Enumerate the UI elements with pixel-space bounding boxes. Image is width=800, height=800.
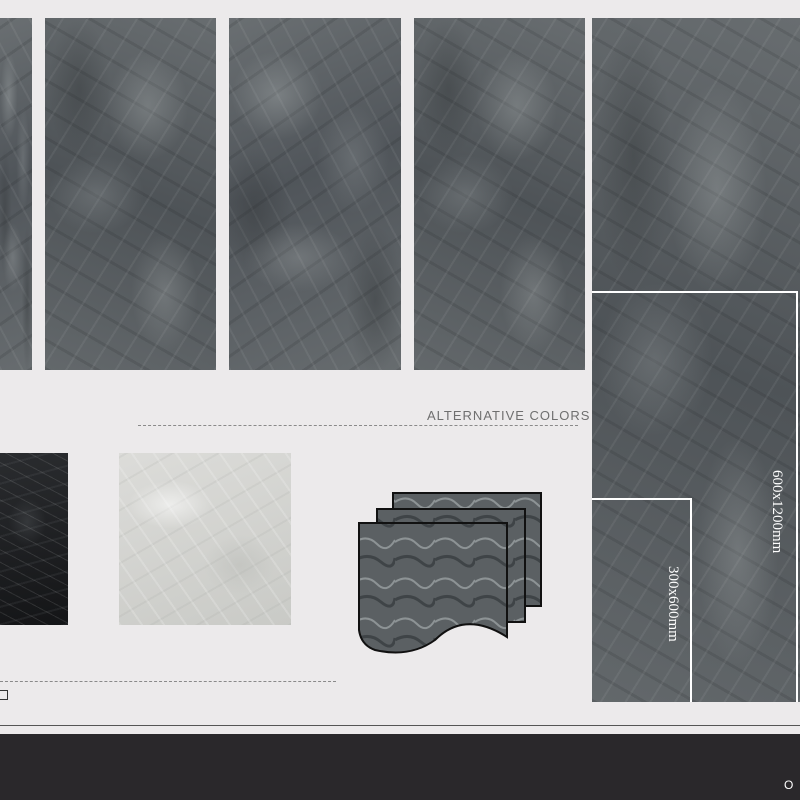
- footer-rule: [0, 725, 800, 726]
- slab-4: [414, 18, 585, 370]
- slab-3: [229, 18, 401, 370]
- large-panel: 600x1200mm 300x600mm: [592, 18, 800, 702]
- lower-divider: [0, 681, 336, 682]
- swatch-black-marble: [0, 453, 68, 625]
- swatch-light-marble: [119, 453, 291, 625]
- page-corner-icon: [0, 690, 8, 700]
- caption-divider: [138, 425, 578, 426]
- tile-stack-icon: [358, 492, 542, 654]
- size-label-small: 300x600mm: [665, 566, 681, 642]
- slab-2: [45, 18, 216, 370]
- footer-text: O: [784, 778, 794, 792]
- footer-bar: O: [0, 734, 800, 800]
- alternative-colors-title: ALTERNATIVE COLORS: [427, 408, 591, 423]
- size-label-large: 600x1200mm: [769, 470, 785, 554]
- slab-1: [0, 18, 32, 370]
